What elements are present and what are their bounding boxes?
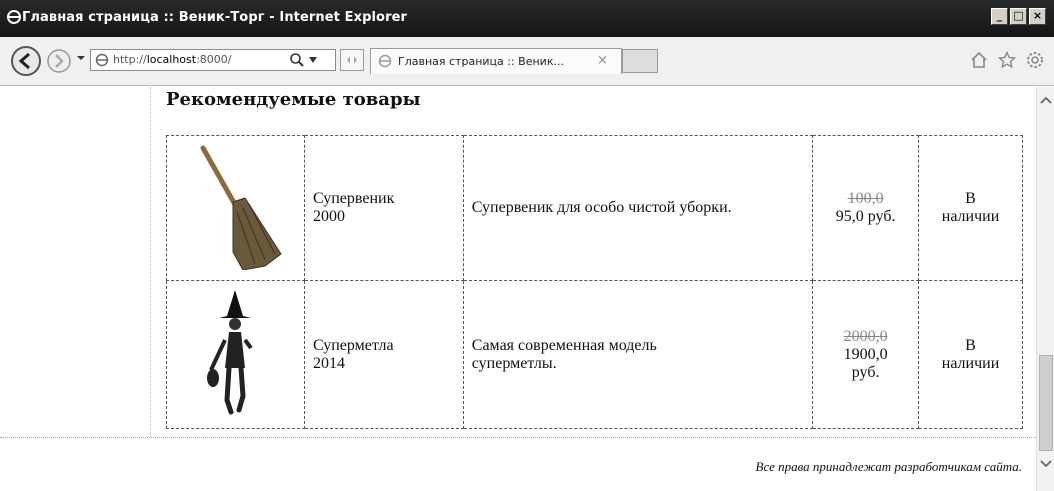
product-price-cell: 2000,0 1900,0 руб. bbox=[812, 280, 920, 429]
close-window-button[interactable]: × bbox=[1029, 8, 1046, 25]
product-description-line: Самая современная модель bbox=[471, 336, 657, 354]
product-price-cell: 100,0 95,0 руб. bbox=[812, 135, 920, 281]
scroll-thumb[interactable] bbox=[1039, 355, 1053, 451]
product-name-line: Суперметла bbox=[312, 336, 394, 354]
product-description-cell: Самая современная модель суперметлы. bbox=[462, 280, 814, 429]
compatibility-view-button[interactable] bbox=[340, 49, 364, 71]
products-table: Супервеник 2000 Супервеник для особо чис… bbox=[166, 135, 1023, 429]
tab-page-icon bbox=[378, 54, 392, 68]
title-bar: Главная страница :: Веник-Торг - Interne… bbox=[0, 0, 1054, 37]
footer-copyright: Все права принадлежат разработчикам сайт… bbox=[755, 459, 1022, 474]
toolbar-icons bbox=[970, 51, 1044, 69]
history-dropdown-icon[interactable] bbox=[76, 53, 86, 63]
favorites-star-icon[interactable] bbox=[998, 51, 1016, 69]
back-button[interactable] bbox=[10, 45, 42, 77]
product-description-line: суперметлы. bbox=[471, 354, 557, 372]
maximize-button[interactable]: □ bbox=[1010, 8, 1027, 25]
url-text: http://localhost:8000/ bbox=[113, 53, 232, 66]
product-name-cell[interactable]: Супервеник 2000 bbox=[303, 135, 464, 281]
product-name-line: 2014 bbox=[312, 354, 345, 372]
product-name-line: 2000 bbox=[312, 208, 345, 225]
old-price: 100,0 bbox=[847, 190, 884, 207]
current-price-unit: руб. bbox=[851, 363, 880, 381]
footer-divider bbox=[0, 437, 1036, 438]
ie-logo-icon bbox=[7, 10, 21, 24]
page-viewport: Рекомендуемые товары Супервеник 2000 Суп… bbox=[0, 87, 1036, 491]
product-image-cell[interactable] bbox=[166, 280, 305, 429]
window-controls: _ □ × bbox=[991, 8, 1046, 25]
compatibility-icon bbox=[347, 56, 357, 64]
address-dropdown-icon[interactable] bbox=[309, 57, 317, 63]
address-bar[interactable]: http://localhost:8000/ bbox=[90, 49, 336, 71]
product-description: Супервеник для особо чистой уборки. bbox=[462, 135, 814, 281]
tab-label: Главная страница :: Веник... bbox=[398, 55, 564, 68]
stock-status-line: В bbox=[965, 336, 976, 354]
stock-status-cell: В наличии bbox=[918, 280, 1023, 429]
current-price: 1900,0 bbox=[843, 345, 888, 363]
vertical-scrollbar[interactable] bbox=[1036, 87, 1054, 491]
window-title: Главная страница :: Веник-Торг - Interne… bbox=[22, 10, 408, 25]
forward-button[interactable] bbox=[46, 48, 72, 74]
scroll-up-arrow-icon[interactable] bbox=[1040, 95, 1052, 105]
table-row: Супервеник 2000 Супервеник для особо чис… bbox=[166, 135, 1023, 281]
stock-status-line: наличии bbox=[941, 208, 1000, 225]
tab-main-page[interactable]: Главная страница :: Веник... × bbox=[370, 48, 622, 74]
table-row: Суперметла 2014 Самая современная модель… bbox=[166, 280, 1023, 429]
old-price: 2000,0 bbox=[843, 327, 888, 345]
broom-icon bbox=[200, 145, 283, 271]
stock-status-line: наличии bbox=[941, 354, 1000, 372]
minimize-button[interactable]: _ bbox=[991, 8, 1008, 25]
stock-status-line: В bbox=[965, 190, 976, 207]
settings-gear-icon[interactable] bbox=[1026, 51, 1044, 69]
witch-icon bbox=[207, 290, 254, 415]
left-sidebar bbox=[0, 87, 151, 437]
product-image-cell[interactable] bbox=[166, 135, 305, 281]
new-tab-button[interactable] bbox=[622, 49, 658, 73]
stock-status-cell: В наличии bbox=[918, 135, 1023, 281]
product-name-line: Супервеник bbox=[312, 190, 395, 207]
page-heading: Рекомендуемые товары bbox=[166, 89, 421, 110]
home-icon[interactable] bbox=[970, 51, 988, 69]
scroll-down-arrow-icon[interactable] bbox=[1040, 459, 1052, 469]
product-name-cell[interactable]: Суперметла 2014 bbox=[303, 280, 464, 429]
navigation-bar: http://localhost:8000/ Главная страница … bbox=[0, 37, 1054, 86]
search-icon[interactable] bbox=[289, 52, 305, 68]
page-icon bbox=[95, 53, 109, 67]
tab-close-icon[interactable]: × bbox=[597, 53, 608, 68]
current-price: 95,0 руб. bbox=[835, 208, 896, 225]
